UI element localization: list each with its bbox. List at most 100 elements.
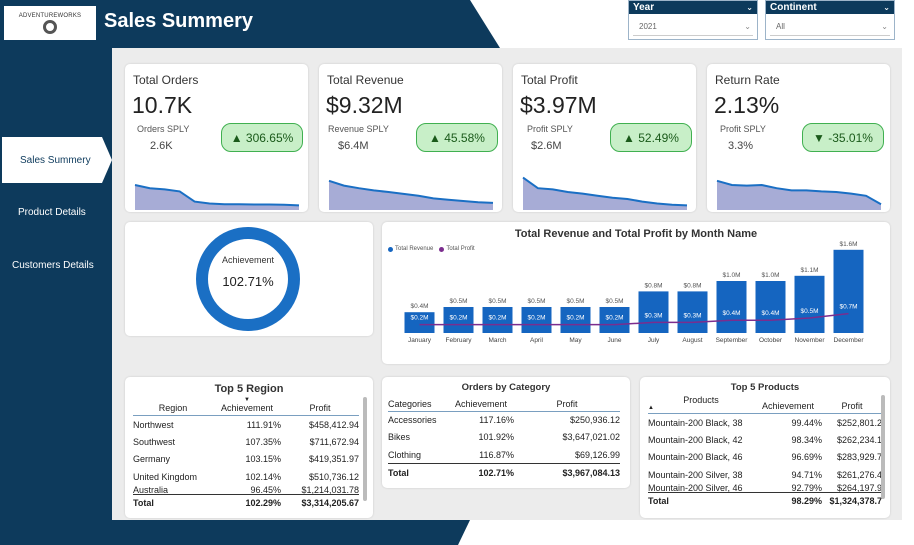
column-header[interactable]: Profit bbox=[514, 395, 620, 412]
table-cell: 98.34% bbox=[791, 434, 822, 445]
column-header[interactable]: Profit bbox=[822, 395, 882, 414]
table-row[interactable]: Clothing 116.87% $69,126.99 bbox=[388, 446, 620, 464]
chevron-down-icon: ⌄ bbox=[881, 22, 888, 31]
bar-total-revenue[interactable] bbox=[755, 281, 786, 333]
table-cell: $3,647,021.02 bbox=[562, 432, 620, 443]
year-filter[interactable]: Year ⌄ 2021 ⌄ bbox=[628, 0, 758, 40]
line-data-label: $0.2M bbox=[605, 315, 623, 322]
sparkline-area bbox=[523, 177, 687, 210]
line-data-label: $0.3M bbox=[683, 312, 701, 319]
total-cell: Total bbox=[388, 463, 448, 481]
table-cell: $283,929.7 bbox=[836, 452, 882, 463]
x-tick-label: February bbox=[445, 337, 472, 344]
column-header[interactable]: Region bbox=[133, 397, 213, 416]
kpi-title: Total Orders bbox=[133, 73, 199, 87]
bar-total-revenue[interactable] bbox=[833, 249, 864, 333]
table-row[interactable]: Mountain-200 Silver, 46 92.79% $264,197.9 bbox=[648, 484, 882, 493]
top-region-table-card[interactable]: Top 5 Region Region ▼ Achievement Profit … bbox=[125, 377, 373, 518]
table-cell: $419,351.97 bbox=[308, 454, 359, 465]
kpi-change-badge: ▲ 52.49% bbox=[610, 123, 692, 152]
column-header[interactable]: Products ▲ bbox=[648, 395, 754, 414]
bar-data-label: $1.6M bbox=[839, 241, 857, 248]
x-tick-label: September bbox=[716, 337, 749, 344]
company-logo: ADVENTUREWORKS bbox=[4, 6, 96, 40]
kpi-sply-value: $6.4M bbox=[338, 140, 369, 152]
table-scrollbar[interactable] bbox=[363, 397, 367, 501]
table-cell: 116.87% bbox=[479, 449, 514, 460]
table-cell: Southwest bbox=[133, 436, 176, 447]
kpi-change-badge: ▼ -35.01% bbox=[802, 123, 884, 152]
gear-logo-icon bbox=[43, 19, 57, 34]
line-data-label: $0.7M bbox=[839, 304, 857, 311]
chevron-down-icon[interactable]: ⌄ bbox=[883, 1, 890, 14]
table-row[interactable]: Mountain-200 Black, 42 98.34% $262,234.1 bbox=[648, 431, 882, 449]
table-title: Top 5 Products bbox=[730, 382, 800, 393]
x-tick-label: April bbox=[530, 337, 544, 344]
bar-total-revenue[interactable] bbox=[794, 275, 825, 333]
table-cell: 92.79% bbox=[791, 483, 822, 492]
column-header[interactable]: Achievement bbox=[754, 395, 822, 414]
category-table-card[interactable]: Orders by Category Categories Achievemen… bbox=[382, 377, 630, 488]
nav-customers-details[interactable]: Customers Details bbox=[0, 242, 112, 288]
table-total-row: Total 102.29% $3,314,205.67 bbox=[133, 493, 359, 512]
kpi-sply-value: 3.3% bbox=[728, 140, 754, 152]
nav-sales-summery[interactable]: Sales Summery bbox=[2, 137, 112, 183]
category-table: Categories Achievement Profit Accessorie… bbox=[388, 395, 620, 481]
table-row[interactable]: Northwest 111.91% $458,412.94 bbox=[133, 416, 359, 434]
kpi-card-total-profit[interactable]: Total Profit $3.97M Profit SPLY $2.6M ▲ … bbox=[513, 64, 696, 212]
table-row[interactable]: Mountain-200 Black, 38 99.44% $252,801.2 bbox=[648, 414, 882, 432]
x-tick-label: January bbox=[408, 337, 432, 344]
table-row[interactable]: United Kingdom 102.14% $510,736.12 bbox=[133, 468, 359, 486]
line-data-label: $0.4M bbox=[761, 310, 779, 317]
x-tick-label: May bbox=[569, 337, 582, 344]
nav-product-details[interactable]: Product Details bbox=[0, 189, 112, 235]
x-tick-label: November bbox=[795, 337, 826, 344]
total-cell: Total bbox=[133, 493, 213, 512]
table-row[interactable]: Mountain-200 Black, 46 96.69% $283,929.7 bbox=[648, 449, 882, 467]
table-cell: Mountain-200 Black, 46 bbox=[648, 452, 743, 463]
table-cell: 103.15% bbox=[245, 454, 281, 465]
kpi-sply-value: $2.6M bbox=[531, 140, 562, 152]
top-products-table-card[interactable]: Top 5 Products Products ▲ Achievement Pro… bbox=[640, 377, 890, 518]
kpi-sply-value: 2.6K bbox=[150, 140, 173, 152]
products-table: Products ▲ Achievement Profit Mountain-20… bbox=[648, 395, 882, 510]
achievement-donut-card[interactable]: Achievement 102.71% bbox=[125, 222, 373, 336]
bar-total-revenue[interactable] bbox=[716, 281, 747, 333]
table-row[interactable]: Australia 96.45% $1,214,031.78 bbox=[133, 486, 359, 495]
column-header[interactable]: ▼ Achievement bbox=[213, 397, 281, 416]
column-header[interactable]: Profit bbox=[281, 397, 359, 416]
table-row[interactable]: Germany 103.15% $419,351.97 bbox=[133, 451, 359, 469]
bar-data-label: $1.1M bbox=[800, 267, 818, 274]
bar-data-label: $0.8M bbox=[683, 282, 701, 289]
kpi-value: 2.13% bbox=[714, 92, 780, 118]
column-header[interactable]: Categories bbox=[388, 395, 448, 412]
continent-select[interactable]: All ⌄ bbox=[770, 18, 890, 36]
table-row[interactable]: Mountain-200 Silver, 38 94.71% $261,276.4 bbox=[648, 466, 882, 484]
column-header[interactable]: Achievement bbox=[448, 395, 514, 412]
total-cell: $3,967,084.13 bbox=[514, 463, 620, 481]
kpi-card-return-rate[interactable]: Return Rate 2.13% Profit SPLY 3.3% ▼ -35… bbox=[707, 64, 890, 212]
table-row[interactable]: Accessories 117.16% $250,936.12 bbox=[388, 411, 620, 429]
donut-value: 102.71% bbox=[222, 274, 274, 289]
x-tick-label: June bbox=[607, 337, 621, 344]
total-cell: 102.29% bbox=[213, 493, 281, 512]
table-row[interactable]: Bikes 101.92% $3,647,021.02 bbox=[388, 429, 620, 447]
sidebar-background bbox=[0, 45, 118, 545]
kpi-value: $9.32M bbox=[326, 92, 403, 118]
table-scrollbar[interactable] bbox=[881, 395, 885, 499]
bar-data-label: $1.0M bbox=[761, 272, 779, 279]
chevron-down-icon: ⌄ bbox=[744, 22, 751, 31]
chevron-down-icon[interactable]: ⌄ bbox=[746, 1, 753, 14]
region-table: Region ▼ Achievement Profit Northwest 111.… bbox=[133, 397, 359, 512]
table-cell: Accessories bbox=[388, 415, 437, 425]
kpi-card-total-revenue[interactable]: Total Revenue $9.32M Revenue SPLY $6.4M … bbox=[319, 64, 502, 212]
table-cell: Mountain-200 Black, 38 bbox=[648, 417, 743, 428]
combo-chart-svg: $0.4M January $0.5M February $0.5M March $0.5M… bbox=[404, 241, 864, 344]
continent-filter[interactable]: Continent ⌄ All ⌄ bbox=[765, 0, 895, 40]
revenue-profit-chart-card[interactable]: Total Revenue and Total Profit by Month … bbox=[382, 222, 890, 364]
table-row[interactable]: Southwest 107.35% $711,672.94 bbox=[133, 433, 359, 451]
total-cell: 98.29% bbox=[754, 491, 822, 510]
year-select[interactable]: 2021 ⌄ bbox=[633, 18, 753, 36]
kpi-card-total-orders[interactable]: Total Orders 10.7K Orders SPLY 2.6K ▲ 30… bbox=[125, 64, 308, 212]
table-cell: 101.92% bbox=[478, 432, 514, 443]
